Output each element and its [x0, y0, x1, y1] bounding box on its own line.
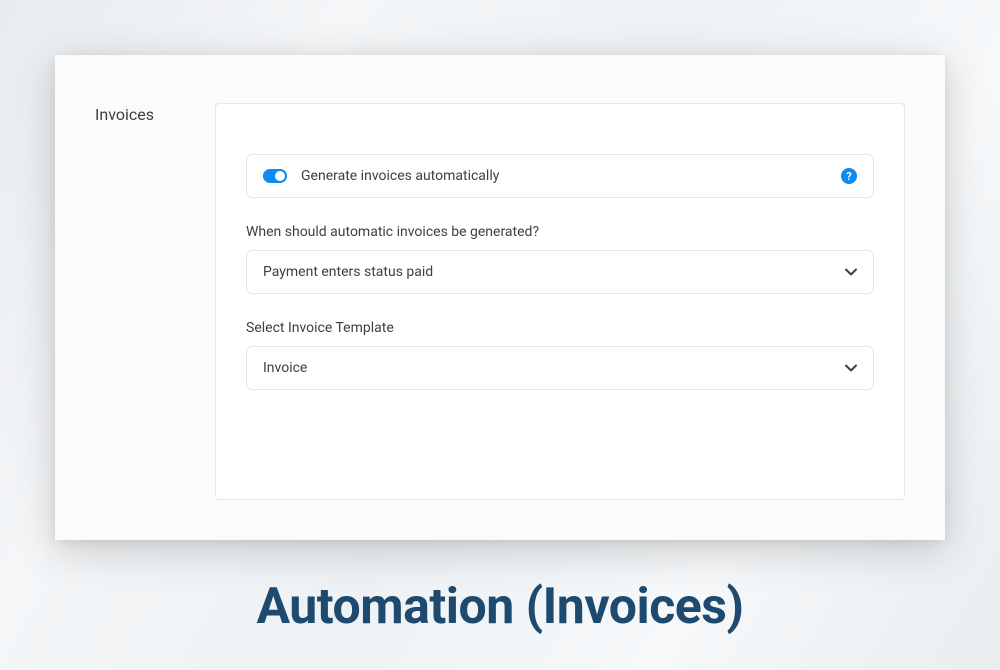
- trigger-select[interactable]: Payment enters status paid: [246, 250, 874, 294]
- trigger-label: When should automatic invoices be genera…: [246, 224, 874, 240]
- generate-invoices-row: Generate invoices automatically ?: [246, 154, 874, 198]
- help-icon[interactable]: ?: [841, 168, 857, 184]
- template-value: Invoice: [263, 360, 307, 376]
- chevron-down-icon: [845, 268, 857, 276]
- template-field-group: Select Invoice Template Invoice: [246, 320, 874, 390]
- template-select[interactable]: Invoice: [246, 346, 874, 390]
- page-caption: Automation (Invoices): [256, 578, 743, 636]
- invoices-card: Generate invoices automatically ? When s…: [215, 103, 905, 500]
- chevron-down-icon: [845, 364, 857, 372]
- generate-invoices-label: Generate invoices automatically: [301, 168, 827, 184]
- template-label: Select Invoice Template: [246, 320, 874, 336]
- settings-panel: Invoices Generate invoices automatically…: [55, 55, 945, 540]
- trigger-field-group: When should automatic invoices be genera…: [246, 224, 874, 294]
- generate-invoices-toggle[interactable]: [263, 169, 287, 183]
- section-title: Invoices: [95, 103, 195, 500]
- trigger-value: Payment enters status paid: [263, 264, 433, 280]
